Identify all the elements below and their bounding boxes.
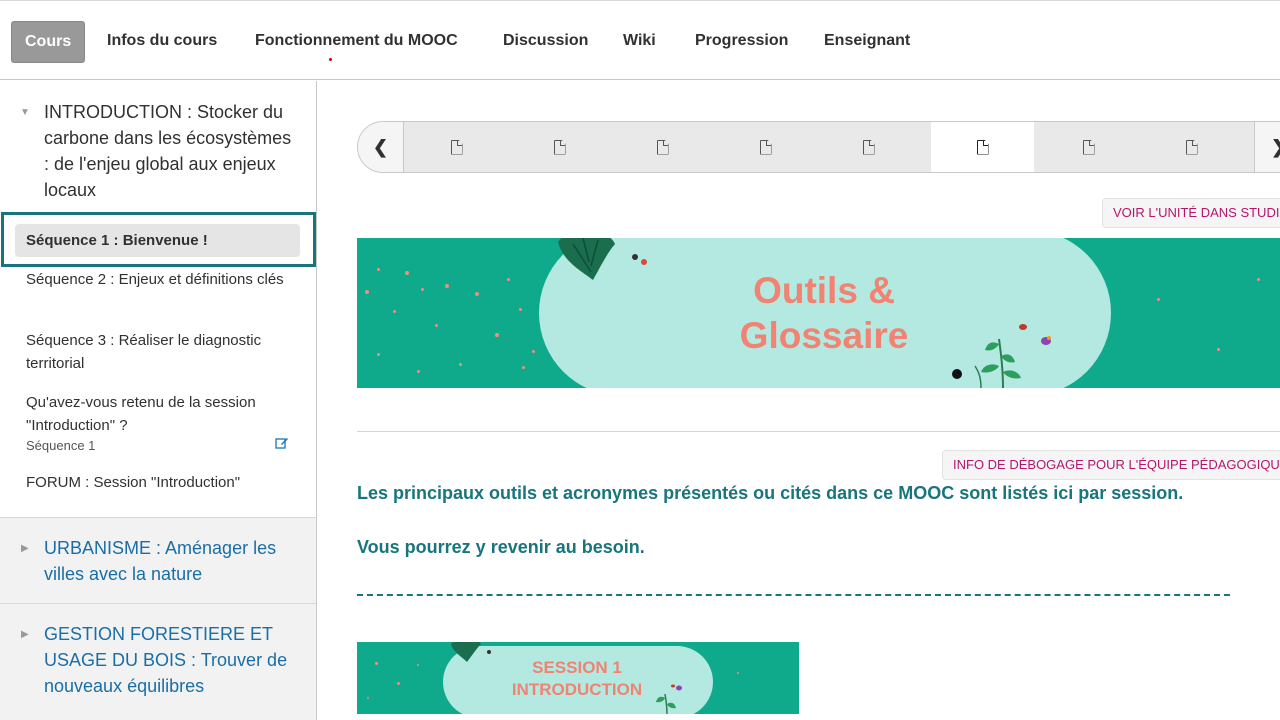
decor-dot (417, 664, 419, 666)
course-outline-sidebar: ▼ INTRODUCTION : Stocker du carbone dans… (0, 81, 317, 720)
document-icon (656, 139, 669, 155)
caret-right-icon: ▶ (21, 543, 29, 554)
decor-dot (475, 292, 479, 296)
decor-dot (365, 290, 369, 294)
sequence-item[interactable]: FORUM : Session "Introduction" (26, 471, 296, 494)
chapter-urbanisme[interactable]: ▶ URBANISME : Aménager les villes avec l… (0, 517, 316, 604)
sequence-item[interactable]: Qu'avez-vous retenu de la session "Intro… (26, 391, 296, 437)
chapter-title[interactable]: URBANISME : Aménager les villes avec la … (44, 535, 294, 587)
leaf-illustration (558, 238, 615, 280)
document-icon (1082, 139, 1095, 155)
tab-progression[interactable]: Progression (695, 21, 788, 63)
decor-dot (495, 333, 499, 337)
content-divider (357, 431, 1280, 432)
chapter-introduction: ▼ INTRODUCTION : Stocker du carbone dans… (0, 81, 316, 517)
decor-dot (1217, 348, 1220, 351)
sequence-subtitle: Séquence 1 (26, 438, 96, 453)
unit-tab[interactable] (508, 122, 611, 172)
view-in-studio-button[interactable]: VOIR L'UNITÉ DANS STUDIO (1102, 198, 1280, 228)
notification-dot (329, 58, 332, 61)
chevron-left-icon: ❮ (372, 136, 389, 157)
tab-wiki[interactable]: Wiki (623, 21, 656, 63)
document-icon (862, 139, 875, 155)
decor-dot (459, 363, 462, 366)
chapter-title[interactable]: GESTION FORESTIERE ET USAGE DU BOIS : Tr… (44, 621, 306, 699)
unit-tab[interactable] (817, 122, 920, 172)
bug-dot (487, 650, 491, 654)
document-icon (553, 139, 566, 155)
decor-dot (1157, 298, 1160, 301)
decor-dot (375, 662, 378, 665)
tab-cours[interactable]: Cours (11, 21, 86, 63)
edit-icon (275, 436, 289, 450)
revisit-paragraph: Vous pourrez y revenir au besoin. (357, 537, 645, 557)
tab-discussion[interactable]: Discussion (503, 21, 588, 63)
sequence-item[interactable]: Séquence 2 : Enjeux et définitions clés (26, 268, 296, 291)
unit-tab[interactable] (1140, 122, 1243, 172)
bug-dot (632, 254, 638, 260)
sequence-item-active[interactable]: Séquence 1 : Bienvenue ! (15, 224, 300, 257)
sequence-item[interactable]: Séquence 3 : Réaliser le diagnostic terr… (26, 329, 296, 375)
banner-title-line1: Outils & (753, 270, 895, 311)
unit-tab[interactable] (611, 122, 714, 172)
decor-dot (377, 353, 380, 356)
decor-dot (435, 324, 438, 327)
decor-dot (421, 288, 424, 291)
decor-dot (397, 682, 400, 685)
decor-dot (445, 284, 449, 288)
course-tabs-bar: Cours Infos du cours Fonctionnement du M… (0, 0, 1280, 80)
unit-tab[interactable] (405, 122, 508, 172)
outils-glossaire-banner: Outils & Glossaire (357, 238, 1280, 388)
session-banner-line1: SESSION 1 (532, 658, 622, 677)
bug-dot (641, 259, 647, 265)
unit-tab-active[interactable] (931, 122, 1034, 172)
banner-title: Outils & Glossaire (719, 268, 929, 358)
unit-content: ❮ ❯ VOIR L'UNITÉ DANS STUDIO (318, 81, 1280, 720)
unit-tab[interactable] (1037, 122, 1140, 172)
dashed-separator (357, 594, 1230, 596)
decor-dot (367, 697, 369, 699)
decor-dot (532, 350, 535, 353)
document-icon (976, 139, 989, 155)
previous-unit-button[interactable]: ❮ (358, 122, 404, 172)
tab-enseignant[interactable]: Enseignant (824, 21, 910, 63)
intro-paragraph: Les principaux outils et acronymes prése… (357, 483, 1184, 503)
unit-tab[interactable] (714, 122, 817, 172)
document-icon (450, 139, 463, 155)
staff-debug-info-button[interactable]: INFO DE DÉBOGAGE POUR L'ÉQUIPE PÉDAGOGIQ… (942, 450, 1280, 480)
plant-illustration (656, 684, 682, 714)
caret-down-icon[interactable]: ▼ (20, 107, 30, 118)
unit-navigation-bar: ❮ ❯ (357, 121, 1280, 173)
document-icon (759, 139, 772, 155)
decor-dot (393, 310, 396, 313)
decor-dot (417, 370, 420, 373)
tab-infos-du-cours[interactable]: Infos du cours (107, 21, 217, 63)
decor-dot (737, 672, 739, 674)
tab-fonctionnement-du-mooc[interactable]: Fonctionnement du MOOC (255, 21, 458, 63)
banner-title-line2: Glossaire (739, 315, 909, 356)
session-1-banner: SESSION 1 INTRODUCTION (357, 642, 799, 714)
chevron-right-icon: ❯ (1271, 137, 1280, 158)
decor-dot (377, 268, 380, 271)
decor-dot (507, 278, 510, 281)
decor-dot (519, 308, 522, 311)
next-unit-button[interactable]: ❯ (1254, 122, 1280, 172)
document-icon (1185, 139, 1198, 155)
chapter-gestion-forestiere[interactable]: ▶ GESTION FORESTIERE ET USAGE DU BOIS : … (0, 603, 316, 720)
plant-illustration (952, 324, 1051, 388)
caret-right-icon: ▶ (21, 629, 29, 640)
chapter-title[interactable]: INTRODUCTION : Stocker du carbone dans l… (44, 99, 300, 203)
decor-dot (522, 366, 525, 369)
decor-dot (405, 271, 409, 275)
decor-dot (1257, 278, 1260, 281)
